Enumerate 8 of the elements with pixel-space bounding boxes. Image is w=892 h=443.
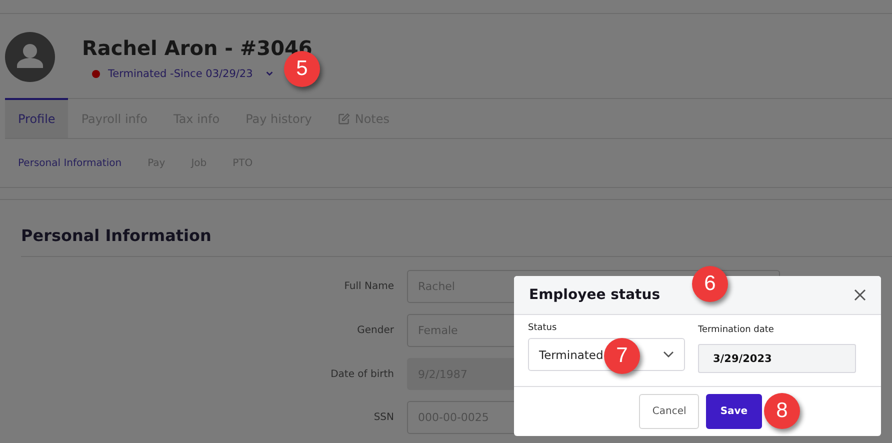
field-label: Full Name — [343, 281, 394, 292]
field-label: Status — [528, 323, 558, 333]
field-label: SSN — [372, 412, 394, 423]
field-label: Date of birth — [330, 368, 394, 380]
field-label: Termination date — [698, 325, 775, 335]
section-title: Personal Information — [21, 226, 892, 257]
field-label: Gender — [356, 325, 394, 336]
dialog-title: Employee status — [529, 287, 660, 303]
